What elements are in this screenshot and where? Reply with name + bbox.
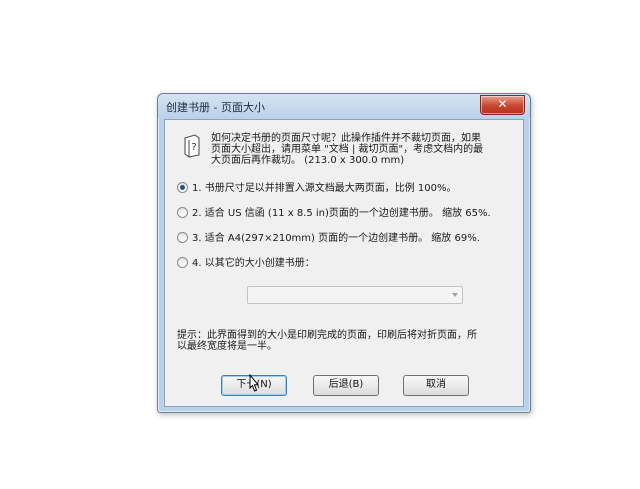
option-label: 1. 书册尺寸足以并排置入源文档最大两页面，比例 100%。 <box>192 183 457 194</box>
radio-button[interactable] <box>177 257 188 268</box>
close-icon: ✕ <box>497 97 508 111</box>
question-line: 如何决定书册的页面尺寸呢？此操作插件并不裁切页面，如果 <box>211 133 481 144</box>
cancel-button[interactable]: 取消 <box>403 375 469 396</box>
back-button[interactable]: 后退(B) <box>313 375 379 396</box>
radio-button[interactable] <box>177 232 188 243</box>
option-2-radio[interactable]: 2. 适合 US 信函 (11 x 8.5 in)页面的一个边创建书册。 缩放 … <box>177 204 491 219</box>
help-book-icon: ? <box>184 134 200 158</box>
mouse-pointer-icon <box>249 374 260 392</box>
radio-button[interactable] <box>177 207 188 218</box>
hint-text: 提示：此界面得到的大小是印刷完成的页面，印刷后将对折页面，所 以最终宽度将是一半… <box>177 330 517 352</box>
close-button[interactable]: ✕ <box>480 95 525 115</box>
title-bar[interactable]: 创建书册 - 页面大小 ✕ <box>158 94 530 118</box>
hint-line: 以最终宽度将是一半。 <box>177 341 277 352</box>
option-1-radio[interactable]: 1. 书册尺寸足以并排置入源文档最大两页面，比例 100%。 <box>177 179 457 194</box>
option-label: 4. 以其它的大小创建书册： <box>192 258 315 269</box>
hint-line: 提示：此界面得到的大小是印刷完成的页面，印刷后将对折页面，所 <box>177 330 477 341</box>
custom-size-select[interactable] <box>247 286 463 304</box>
svg-text:?: ? <box>191 142 196 153</box>
question-line: 大页面后再作裁切。 (213.0 x 300.0 mm) <box>211 155 405 166</box>
chevron-down-icon <box>452 293 458 297</box>
option-4-radio[interactable]: 4. 以其它的大小创建书册： <box>177 254 315 269</box>
booklet-dialog: 创建书册 - 页面大小 ✕ ? 如何决定书册的页面尺寸呢？此操作插件并不裁切页面… <box>157 93 531 413</box>
question-line: 页面大小超出，请用菜单 "文档 | 裁切页面"，考虑文档内的最 <box>211 144 484 155</box>
option-label: 2. 适合 US 信函 (11 x 8.5 in)页面的一个边创建书册。 缩放 … <box>192 208 491 219</box>
question-text: 如何决定书册的页面尺寸呢？此操作插件并不裁切页面，如果 页面大小超出，请用菜单 … <box>211 133 516 166</box>
radio-button[interactable] <box>177 182 188 193</box>
window-title: 创建书册 - 页面大小 <box>166 101 265 114</box>
dialog-body: ? 如何决定书册的页面尺寸呢？此操作插件并不裁切页面，如果 页面大小超出，请用菜… <box>164 119 524 407</box>
option-label: 3. 适合 A4(297×210mm) 页面的一个边创建书册。 缩放 69%. <box>192 233 480 244</box>
option-3-radio[interactable]: 3. 适合 A4(297×210mm) 页面的一个边创建书册。 缩放 69%. <box>177 229 480 244</box>
